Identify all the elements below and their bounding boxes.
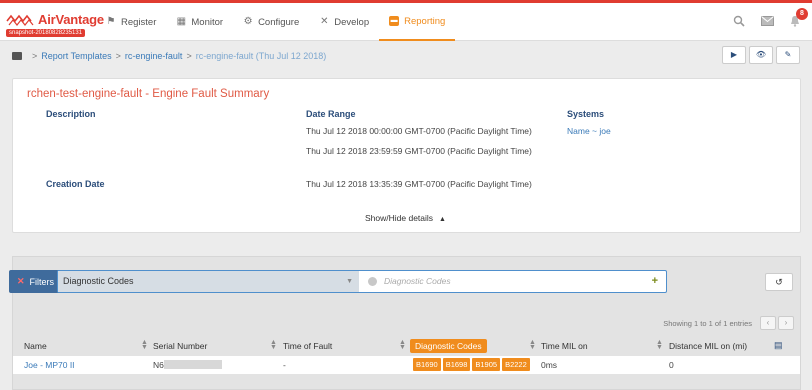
filters-label: Filters <box>29 276 55 287</box>
summary-title: rchen-test-engine-fault - Engine Fault S… <box>27 88 270 100</box>
sort-icon[interactable]: ▲ ▼ <box>141 339 148 351</box>
nav-develop[interactable]: ✕ Develop <box>309 3 379 41</box>
entries-info: Showing 1 to 1 of 1 entries <box>663 319 752 328</box>
row-name[interactable]: Joe - MP70 II <box>24 360 75 370</box>
systems-value[interactable]: Name ~ joe <box>567 126 611 136</box>
gear-icon: ⚙ <box>243 16 253 27</box>
notifications-icon[interactable]: 8 <box>788 8 808 29</box>
breadcrumb-current: rc-engine-fault (Thu Jul 12 2018) <box>195 51 327 61</box>
date-range-start: Thu Jul 12 2018 00:00:00 GMT-0700 (Pacif… <box>306 126 532 136</box>
sort-icon[interactable]: ▲ ▼ <box>656 339 663 351</box>
nav-configure-label: Configure <box>258 16 300 28</box>
redacted-serial <box>163 360 222 369</box>
edit-button[interactable]: ✎ <box>776 46 800 64</box>
filter-field-value: Diagnostic Codes <box>63 276 134 286</box>
filter-bar: Diagnostic Codes ▼ Diagnostic Codes + <box>57 270 667 293</box>
column-distance-mil-on[interactable]: Distance MIL on (mi) <box>669 341 747 351</box>
top-navbar: AirVantage snapshot-20180828235131 ⚑ Reg… <box>0 3 812 41</box>
diagnostic-code-badge: B1698 <box>442 358 471 371</box>
row-time-mil-on: 0ms <box>541 360 558 370</box>
column-visibility-icon[interactable]: ▤ <box>774 340 788 350</box>
column-time-of-fault[interactable]: Time of Fault <box>283 341 332 351</box>
nav-configure[interactable]: ⚙ Configure <box>233 3 309 41</box>
nav-develop-label: Develop <box>334 16 370 28</box>
sort-icon[interactable]: ▲ ▼ <box>270 339 277 351</box>
breadcrumb: > Report Templates > rc-engine-fault > r… <box>12 44 800 68</box>
diagnostic-code-badge: B2222 <box>502 358 530 371</box>
pagination: ‹ › <box>760 316 794 330</box>
filter-value-input[interactable]: Diagnostic Codes <box>384 271 451 292</box>
breadcrumb-report-templates[interactable]: Report Templates <box>41 51 111 61</box>
row-serial: N6 <box>153 360 222 370</box>
run-button[interactable]: ▶ <box>722 46 746 64</box>
creation-date-label: Creation Date <box>46 179 105 189</box>
column-time-mil-on[interactable]: Time MIL on <box>541 341 588 351</box>
tools-icon: ✕ <box>320 16 329 27</box>
sort-icon[interactable]: ▲ ▼ <box>529 339 536 351</box>
mail-icon[interactable] <box>760 15 774 29</box>
nav-monitor-label: Monitor <box>191 16 224 28</box>
home-icon[interactable] <box>12 52 22 60</box>
airvantage-logo-icon <box>6 14 34 26</box>
diagnostic-code-badge: B1690 <box>413 358 441 371</box>
next-page-button[interactable]: › <box>778 316 794 330</box>
row-serial-value: N6 <box>153 360 164 370</box>
breadcrumb-separator: > <box>115 51 121 61</box>
report-summary-panel: rchen-test-engine-fault - Engine Fault S… <box>12 78 801 233</box>
column-diagnostic-codes[interactable]: Diagnostic Codes <box>410 339 487 353</box>
report-actions: ▶ 👁 ✎ <box>722 46 800 64</box>
caret-up-icon: ▲ <box>439 216 446 223</box>
header-actions: 8 <box>732 3 808 41</box>
snapshot-badge: snapshot-20180828235131 <box>6 29 86 37</box>
table-header: Name ▲ ▼ Serial Number ▲ ▼ Time of Fault ▲… <box>13 337 800 355</box>
sort-icon[interactable]: ▲ ▼ <box>399 339 406 351</box>
search-icon[interactable] <box>732 15 746 29</box>
main-nav: ⚑ Register ▦ Monitor ⚙ Configure ✕ Devel… <box>96 3 456 41</box>
monitor-icon: ▦ <box>176 16 187 27</box>
diagnostic-code-badge: B1905 <box>472 358 501 371</box>
register-icon: ⚑ <box>106 16 116 27</box>
nav-monitor[interactable]: ▦ Monitor <box>166 3 233 41</box>
nav-register-label: Register <box>121 16 157 28</box>
view-button[interactable]: 👁 <box>749 46 773 64</box>
nav-reporting-label: Reporting <box>404 15 446 27</box>
breadcrumb-separator: > <box>32 51 38 61</box>
date-range-label: Date Range <box>306 109 356 119</box>
breadcrumb-template[interactable]: rc-engine-fault <box>125 51 183 61</box>
filter-value-icon <box>368 277 377 286</box>
column-serial-number[interactable]: Serial Number <box>153 341 207 351</box>
systems-label: Systems <box>567 109 605 119</box>
add-filter-button[interactable]: + <box>652 271 658 292</box>
brand-logo[interactable]: AirVantage <box>6 12 104 27</box>
row-diagnostic-codes: B1690 B1698 B1905 B2222 <box>413 358 530 371</box>
breadcrumb-separator: > <box>186 51 192 61</box>
brand-name: AirVantage <box>38 12 104 27</box>
chevron-down-icon: ▼ <box>346 278 353 285</box>
reset-filters-button[interactable]: ↺ <box>765 273 793 291</box>
table-row: Joe - MP70 II N6 - B1690 B1698 B1905 B22… <box>13 356 800 374</box>
creation-date-value: Thu Jul 12 2018 13:35:39 GMT-0700 (Pacif… <box>306 179 532 189</box>
show-hide-label: Show/Hide details <box>365 213 434 223</box>
prev-page-button[interactable]: ‹ <box>760 316 776 330</box>
notifications-count: 8 <box>796 8 808 20</box>
column-name[interactable]: Name <box>24 341 47 351</box>
clear-filters-icon[interactable]: ✕ <box>17 276 25 287</box>
nav-reporting[interactable]: ▬ Reporting <box>379 3 456 41</box>
reporting-icon: ▬ <box>389 16 400 26</box>
nav-register[interactable]: ⚑ Register <box>96 3 166 41</box>
show-hide-details[interactable]: Show/Hide details ▲ <box>365 213 446 223</box>
row-distance-mil-on: 0 <box>669 360 674 370</box>
description-label: Description <box>46 109 96 119</box>
filters-tag[interactable]: ✕ Filters <box>9 270 63 293</box>
results-panel: ✕ Filters Diagnostic Codes ▼ Diagnostic … <box>9 256 801 390</box>
row-time-of-fault: - <box>283 360 286 370</box>
date-range-end: Thu Jul 12 2018 23:59:59 GMT-0700 (Pacif… <box>306 146 532 156</box>
filter-field-select[interactable]: Diagnostic Codes ▼ <box>58 271 359 292</box>
